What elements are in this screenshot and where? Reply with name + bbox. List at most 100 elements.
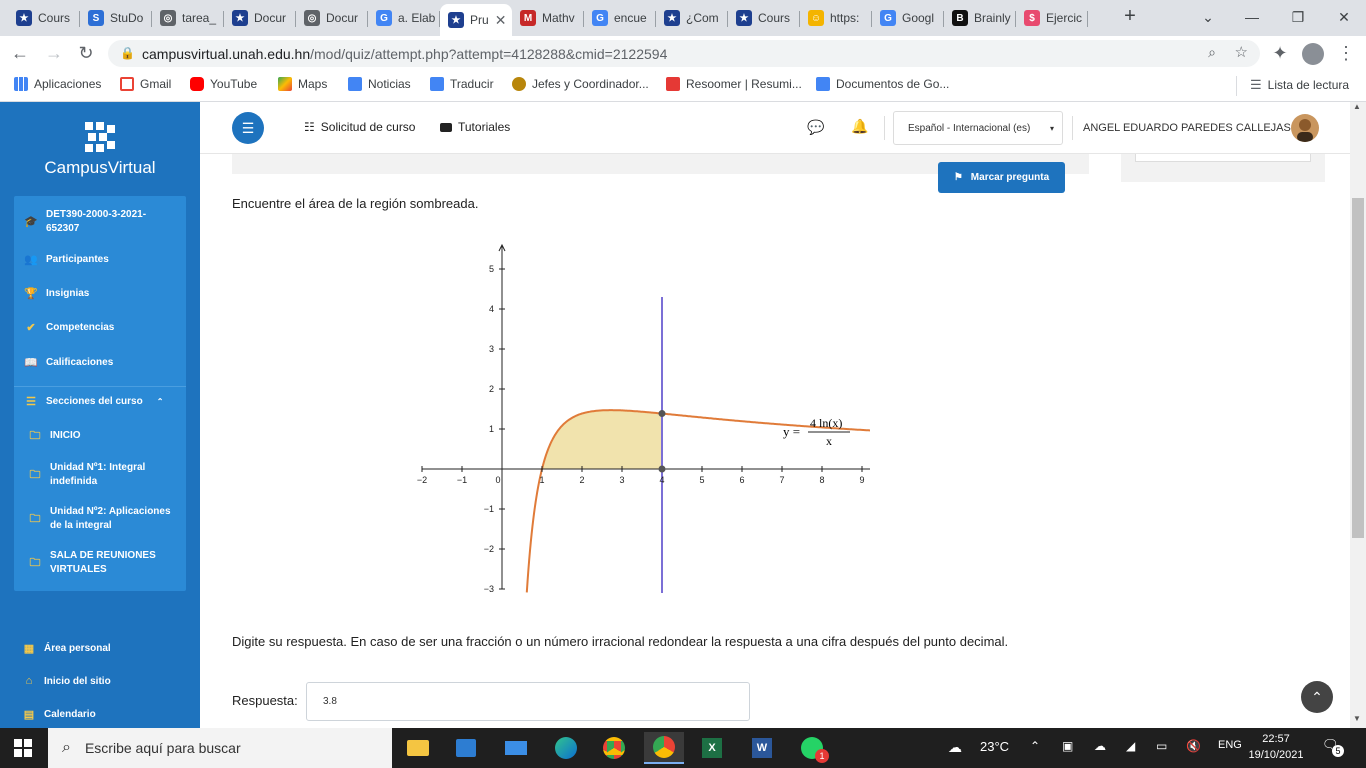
restore-icon[interactable]: ❐	[1286, 6, 1310, 28]
browser-tab[interactable]: S StuDo	[80, 4, 152, 32]
new-tab-button[interactable]: +	[1118, 5, 1142, 29]
messages-icon[interactable]: 💬	[807, 119, 824, 136]
back-icon[interactable]: ←	[8, 41, 32, 65]
browser-tab[interactable]: $ Ejercic	[1016, 4, 1088, 32]
browser-tab[interactable]: Gencue	[584, 4, 656, 32]
volume-muted-icon[interactable]: 🔇	[1186, 739, 1201, 753]
forward-icon[interactable]: →	[42, 41, 66, 65]
browser-tab[interactable]: ★ Cours	[728, 4, 800, 32]
browser-tab[interactable]: ☺ https:	[800, 4, 872, 32]
scrollbar-thumb[interactable]	[1352, 198, 1364, 538]
bookmark-maps[interactable]: Maps	[278, 77, 327, 91]
bookmark-gmail[interactable]: Gmail	[120, 77, 171, 91]
onedrive-icon[interactable]: ☁	[1094, 739, 1106, 753]
sidebar-area-personal[interactable]: ▦ Área personal	[22, 642, 111, 655]
sidebar-item-course[interactable]: 🎓 DET390-2000-3-2021-652307	[14, 208, 186, 236]
browser-tab[interactable]: ★ ¿Com	[656, 4, 728, 32]
windows-start-icon[interactable]	[14, 739, 32, 757]
clock[interactable]: 22:57 19/10/2021	[1246, 731, 1306, 763]
notifications-bell-icon[interactable]: 🔔	[851, 118, 868, 135]
scroll-up-icon[interactable]: ▲	[1353, 102, 1361, 111]
sidebar-section-unidad2[interactable]: 🗀 Unidad Nº2: Aplicaciones de la integral	[14, 505, 186, 533]
notifications-center-icon[interactable]: 🗨 5	[1322, 737, 1344, 759]
word-icon[interactable]: W	[742, 732, 782, 764]
tutoriales-link[interactable]: Tutoriales	[440, 120, 510, 134]
tab-search-icon[interactable]: ⌄	[1196, 6, 1220, 28]
wifi-icon[interactable]: ◢	[1126, 739, 1135, 753]
bookmark-traducir[interactable]: Traducir	[430, 77, 494, 91]
answer-input[interactable]	[306, 682, 750, 721]
whatsapp-icon[interactable]: 1	[792, 732, 832, 764]
chrome-icon[interactable]	[594, 732, 634, 764]
page-scrollbar[interactable]: ▲ ▼	[1350, 102, 1366, 728]
bookmark-jefes[interactable]: Jefes y Coordinador...	[512, 77, 649, 91]
translate-icon: G	[880, 10, 896, 26]
bookmark-youtube[interactable]: YouTube	[190, 77, 257, 91]
sidebar-item-calificaciones[interactable]: 📖 Calificaciones	[14, 356, 186, 369]
solicitud-link[interactable]: ☷ Solicitud de curso	[304, 120, 415, 134]
reload-icon[interactable]: ↻	[74, 41, 98, 65]
back-to-top-button[interactable]: ⌃	[1301, 681, 1333, 713]
weather-icon[interactable]: ☁	[948, 739, 962, 756]
edge-icon[interactable]	[546, 732, 586, 764]
language-indicator[interactable]: ENG	[1218, 739, 1242, 751]
check-icon: ✔	[26, 322, 36, 334]
browser-tab[interactable]: ★ Docur	[224, 4, 296, 32]
taskbar-search[interactable]: ⌕ Escribe aquí para buscar	[48, 728, 392, 768]
campus-logo[interactable]: CampusVirtual	[0, 116, 200, 178]
tab-label: tarea_	[182, 11, 217, 25]
quiz-main: ⚑ Marcar pregunta Encuentre el área de la…	[200, 154, 1350, 728]
browser-tab[interactable]: ★ Cours	[8, 4, 80, 32]
close-tab-icon[interactable]: ✕	[495, 12, 507, 29]
browser-tab[interactable]: ◎ tarea_	[152, 4, 224, 32]
language-select[interactable]: Español - Internacional (es) ▾	[893, 111, 1063, 145]
excel-icon[interactable]: X	[692, 732, 732, 764]
sidebar-inicio-sitio[interactable]: ⌂ Inicio del sitio	[22, 675, 111, 687]
bookmark-star-icon[interactable]: ☆	[1235, 43, 1248, 61]
camera-icon[interactable]: ▣	[1062, 739, 1073, 753]
tab-label: a. Elab	[398, 11, 436, 25]
sidebar-item-insignias[interactable]: 🏆 Insignias	[14, 287, 186, 300]
browser-tab[interactable]: M Mathv	[512, 4, 584, 32]
file-explorer-icon[interactable]	[398, 732, 438, 764]
profile-avatar[interactable]	[1302, 43, 1324, 65]
sidebar-section-unidad1[interactable]: 🗀 Unidad Nº1: Integral indefinida	[14, 461, 186, 489]
close-window-icon[interactable]: ✕	[1332, 6, 1356, 28]
sidebar-item-participantes[interactable]: 👥 Participantes	[14, 253, 186, 266]
chrome-profile-icon[interactable]	[644, 732, 684, 764]
browser-tab[interactable]: Ga. Elab	[368, 4, 440, 32]
sidebar-section-sala[interactable]: 🗀 SALA DE REUNIONES VIRTUALES	[14, 549, 186, 577]
user-avatar[interactable]	[1291, 114, 1319, 142]
zoom-search-icon[interactable]: ⌕	[1208, 44, 1216, 61]
site-header: ☰ ☷ Solicitud de curso Tutoriales 💬 🔔 Esp…	[200, 102, 1350, 154]
browser-tab[interactable]: ◎ Docur	[296, 4, 368, 32]
browser-tab[interactable]: B Brainly	[944, 4, 1016, 32]
bookmark-resoomer[interactable]: Resoomer | Resumi...	[666, 77, 802, 91]
minimize-icon[interactable]: —	[1240, 6, 1264, 28]
address-bar[interactable]: 🔒 campusvirtual.unah.edu.hn/mod/quiz/att…	[108, 40, 1260, 67]
tray-chevron-icon[interactable]: ⌃	[1030, 739, 1040, 753]
browser-tab[interactable]: ★ Pru ✕	[440, 4, 512, 36]
drawer-toggle-button[interactable]: ☰	[232, 112, 264, 144]
weather-temp[interactable]: 23°C	[980, 739, 1009, 754]
sidebar-calendario[interactable]: ▤ Calendario	[22, 708, 96, 721]
user-name[interactable]: ANGEL EDUARDO PAREDES CALLEJAS	[1083, 122, 1291, 134]
sidebar-section-inicio[interactable]: 🗀 INICIO	[14, 429, 186, 443]
course-sidebar: CampusVirtual 🎓 DET390-2000-3-2021-652307…	[0, 102, 200, 728]
x-tick-label: 6	[739, 475, 744, 485]
bookmark-apps[interactable]: Aplicaciones	[14, 77, 101, 91]
bookmark-noticias[interactable]: Noticias	[348, 77, 411, 91]
flag-question-button[interactable]: ⚑ Marcar pregunta	[938, 162, 1065, 193]
scroll-down-icon[interactable]: ▼	[1353, 714, 1361, 723]
bookmark-docs[interactable]: Documentos de Go...	[816, 77, 949, 91]
browser-tab[interactable]: G Googl	[872, 4, 944, 32]
browser-menu-icon[interactable]: ⋮	[1334, 41, 1358, 65]
mail-icon[interactable]	[496, 732, 536, 764]
sidebar-item-competencias[interactable]: ✔ Competencias	[14, 321, 186, 334]
reading-list[interactable]: ☰ Lista de lectura	[1250, 77, 1349, 93]
extensions-icon[interactable]: ✦	[1268, 41, 1292, 65]
sidebar-item-label: DET390-2000-3-2021-652307	[46, 209, 147, 234]
store-icon[interactable]	[446, 732, 486, 764]
sidebar-item-secciones[interactable]: ☰ Secciones del curso ⌃	[14, 395, 186, 408]
battery-icon[interactable]: ▭	[1156, 739, 1167, 753]
